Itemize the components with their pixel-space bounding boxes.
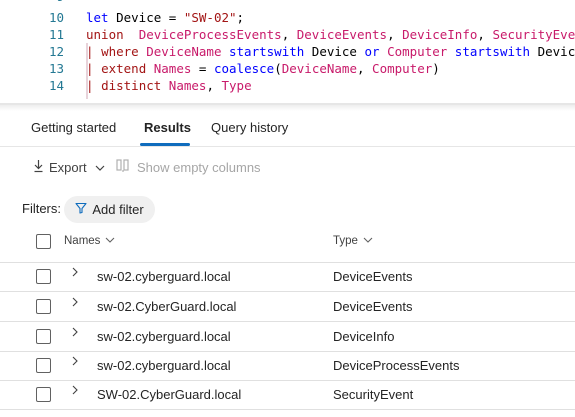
code-token: , <box>206 78 222 93</box>
row-checkbox[interactable] <box>36 269 51 284</box>
cell-type: DeviceInfo <box>333 329 395 344</box>
results-toolbar: Export Show empty columns <box>0 150 575 182</box>
table-row[interactable]: sw-02.cyberguard.local DeviceInfo <box>0 322 575 352</box>
code-token: Computer <box>387 44 448 59</box>
tab-results[interactable]: Results <box>144 120 191 135</box>
chevron-right-icon[interactable] <box>70 326 80 340</box>
code-token: startswith <box>447 44 538 59</box>
table-row[interactable]: sw-02.CyberGuard.local DeviceEvents <box>0 292 575 322</box>
chevron-right-icon[interactable] <box>70 266 80 280</box>
code-line[interactable]: union DeviceProcessEvents, DeviceEvents,… <box>86 26 575 43</box>
row-checkbox[interactable] <box>36 329 51 344</box>
code-token: = <box>161 10 184 25</box>
row-checkbox[interactable] <box>36 358 51 373</box>
code-token: DeviceInfo <box>402 27 478 42</box>
chevron-right-icon[interactable] <box>70 296 80 310</box>
cell-names: sw-02.cyberguard.local <box>97 329 231 344</box>
code-token: Computer <box>372 61 433 76</box>
chevron-down-icon <box>363 235 373 247</box>
line-number: 10 <box>48 10 64 25</box>
code-token: union <box>86 27 139 42</box>
results-tabs: Getting started Results Query history <box>0 110 575 146</box>
add-filter-label: Add filter <box>92 202 144 217</box>
chevron-right-icon[interactable] <box>70 355 80 369</box>
column-header-label: Names <box>64 235 101 247</box>
columns-icon <box>116 158 132 176</box>
line-number: 14 <box>48 78 64 93</box>
code-token: let <box>86 10 117 25</box>
code-token: distinct <box>101 78 169 93</box>
table-row[interactable]: sw-02.cyberguard.local DeviceEvents <box>0 262 575 292</box>
row-checkbox[interactable] <box>36 299 51 314</box>
code-token: DeviceName <box>281 61 357 76</box>
code-token: , <box>281 27 297 42</box>
filters-label: Filters: <box>22 201 61 216</box>
line-number: 9 <box>0 0 64 4</box>
code-token: Type <box>221 78 252 93</box>
code-token: startswith <box>221 44 312 59</box>
chevron-down-icon <box>105 235 115 247</box>
cell-type: DeviceEvents <box>333 269 413 284</box>
show-empty-columns-label: Show empty columns <box>137 159 261 175</box>
code-token: | <box>86 78 102 93</box>
show-empty-columns-button[interactable]: Show empty columns <box>116 158 261 176</box>
code-token: Device <box>116 10 162 25</box>
add-filter-button[interactable]: Add filter <box>64 196 155 223</box>
line-number: 12 <box>48 44 64 59</box>
line-number: 11 <box>48 27 64 42</box>
tab-query-history[interactable]: Query history <box>211 120 288 135</box>
code-token: or <box>356 44 388 59</box>
code-line[interactable]: let Device = "SW-02"; <box>86 9 244 26</box>
column-header-label: Type <box>333 235 358 247</box>
code-token: ; <box>236 10 245 25</box>
cell-type: SecurityEvent <box>333 387 414 402</box>
code-line[interactable]: | where DeviceName startswith Device or … <box>86 43 575 60</box>
chevron-down-icon <box>95 160 105 175</box>
cell-type: DeviceEvents <box>333 299 413 314</box>
table-header: Names Type <box>0 228 575 263</box>
filter-icon <box>75 202 87 217</box>
code-token: , <box>356 61 373 76</box>
export-label: Export <box>49 159 87 175</box>
code-token: extend <box>101 61 154 76</box>
code-token: DeviceEvents <box>296 27 388 42</box>
code-token: DeviceName <box>146 44 222 59</box>
code-token: = <box>191 61 214 76</box>
code-token: | <box>86 44 102 59</box>
code-token: ) <box>432 61 440 76</box>
table-row[interactable]: SW-02.CyberGuard.local SecurityEvent <box>0 380 575 410</box>
code-token: , <box>387 27 403 42</box>
code-token: Names <box>153 61 192 76</box>
select-all-checkbox[interactable] <box>36 234 51 249</box>
code-token: where <box>101 44 147 59</box>
cell-names: sw-02.cyberguard.local <box>97 358 231 373</box>
table-row[interactable]: sw-02.cyberguard.local DeviceProcessEven… <box>0 351 575 381</box>
code-token: Names <box>168 78 207 93</box>
code-token: ( <box>274 61 282 76</box>
code-token: Device <box>537 44 575 59</box>
tabs-divider <box>0 146 575 147</box>
code-token: SecurityEvent <box>492 27 575 42</box>
column-header-names[interactable]: Names <box>64 235 115 247</box>
code-token: DeviceProcessEvents <box>138 27 282 42</box>
cell-type: DeviceProcessEvents <box>333 358 460 373</box>
code-token: coalesce <box>213 61 275 76</box>
chevron-right-icon[interactable] <box>70 384 80 398</box>
code-token: | <box>86 61 102 76</box>
cell-names: sw-02.CyberGuard.local <box>97 299 237 314</box>
export-button[interactable]: Export <box>33 158 105 176</box>
cell-names: SW-02.CyberGuard.local <box>97 387 242 402</box>
code-line[interactable]: | extend Names = coalesce(DeviceName, Co… <box>86 60 440 77</box>
tab-getting-started[interactable]: Getting started <box>31 120 116 135</box>
query-editor[interactable]: 9 10 11 12 13 14 let Device = "SW-02"; u… <box>0 0 575 103</box>
code-line[interactable]: | distinct Names, Type <box>86 77 252 94</box>
cell-names: sw-02.cyberguard.local <box>97 269 231 284</box>
code-token: "SW-02" <box>183 10 237 25</box>
row-checkbox[interactable] <box>36 387 51 402</box>
code-token: Device <box>311 44 357 59</box>
download-icon <box>33 159 44 176</box>
line-number: 13 <box>48 61 64 76</box>
column-header-type[interactable]: Type <box>333 235 373 247</box>
code-token: , <box>477 27 493 42</box>
